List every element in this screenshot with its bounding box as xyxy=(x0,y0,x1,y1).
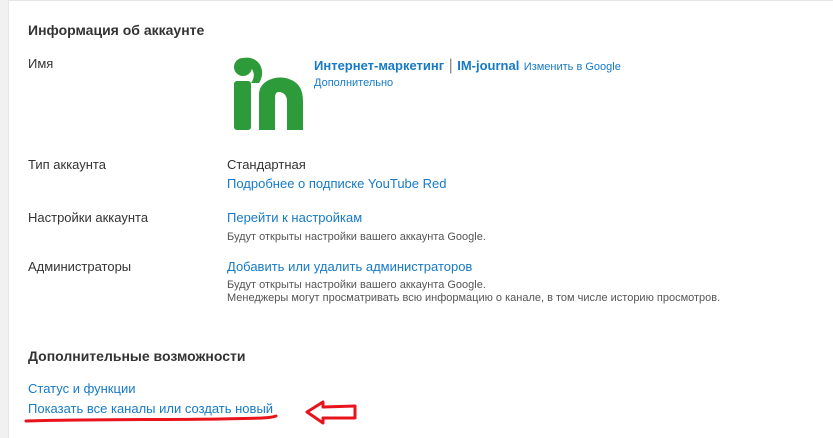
more-link[interactable]: Дополнительно xyxy=(314,77,393,89)
settings-note: Будут открыты настройки вашего аккаунта … xyxy=(227,231,486,243)
im-journal-logo-icon xyxy=(234,57,303,130)
label-name: Имя xyxy=(28,56,54,71)
youtube-red-link[interactable]: Подробнее о подписке YouTube Red xyxy=(227,176,446,191)
channel-name-separator: | xyxy=(448,57,453,74)
go-to-settings-link[interactable]: Перейти к настройкам xyxy=(227,210,362,225)
admins-note-line1: Будут открыты настройки вашего аккаунта … xyxy=(227,279,486,291)
manage-admins-link[interactable]: Добавить или удалить администраторов xyxy=(227,259,472,274)
section-title-account-info: Информация об аккаунте xyxy=(28,22,205,38)
admins-note-line2: Менеджеры могут просматривать всю информ… xyxy=(227,292,721,304)
label-administrators: Администраторы xyxy=(28,259,132,274)
section-title-additional: Дополнительные возможности xyxy=(28,348,246,364)
label-account-settings: Настройки аккаунта xyxy=(28,210,149,225)
account-settings-card: Информация об аккаунте Имя Интернет-марк… xyxy=(8,0,833,438)
change-in-google-link[interactable]: Изменить в Google xyxy=(524,61,621,73)
channel-brand-link[interactable]: IM-journal xyxy=(457,58,519,73)
status-and-features-link[interactable]: Статус и функции xyxy=(28,381,135,396)
label-account-type: Тип аккаунта xyxy=(28,157,106,172)
show-all-channels-link[interactable]: Показать все каналы или создать новый xyxy=(28,401,273,416)
channel-name-link[interactable]: Интернет-маркетинг xyxy=(314,58,444,73)
channel-name-line: Интернет-маркетинг | IM-journal Изменить… xyxy=(314,57,621,75)
account-type-value: Стандартная xyxy=(227,157,306,172)
